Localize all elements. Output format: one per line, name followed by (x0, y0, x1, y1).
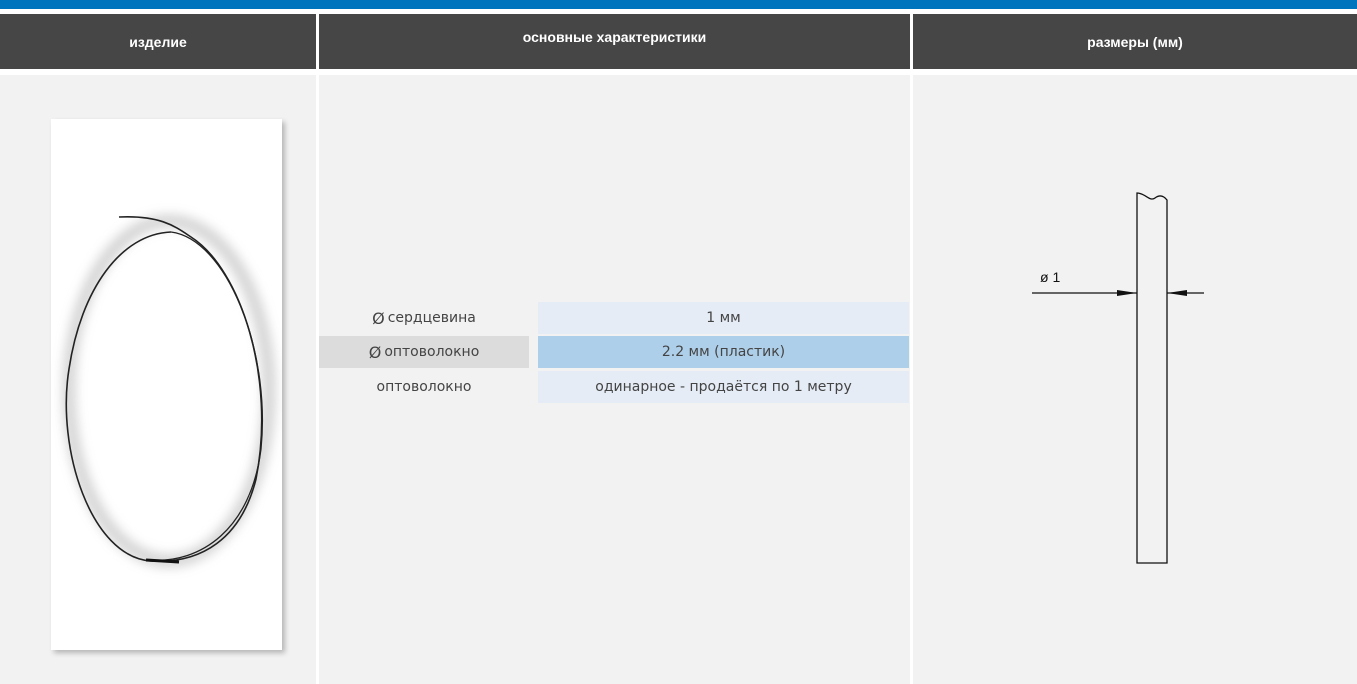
spec-value-fiber-diameter: 2.2 мм (пластик) (538, 336, 909, 368)
fiber-dimension-drawing: ø 1 (1032, 192, 1204, 564)
spec-label-fiber-type: оптоволокно (319, 371, 529, 403)
spec-label-fiber-diameter-text: оптоволокно (384, 344, 480, 360)
diameter-label: ø 1 (1040, 269, 1060, 285)
coiled-optical-fiber-photo (64, 216, 274, 566)
header-product-label: изделие (129, 33, 187, 50)
header-product: изделие (0, 14, 316, 69)
spec-label-core-text: сердцевина (387, 310, 476, 326)
spec-value-core: 1 мм (538, 302, 909, 334)
header-dimensions-label: размеры (мм) (1087, 33, 1183, 50)
header-specs: основные характеристики (319, 14, 910, 69)
accent-top-bar (0, 0, 1357, 9)
header-specs-label: основные характеристики (522, 29, 707, 45)
diameter-symbol: Ø (372, 308, 385, 328)
spec-value-fiber-type: одинарное - продаётся по 1 метру (538, 371, 909, 403)
diameter-symbol: Ø (368, 342, 382, 362)
header-dimensions: размеры (мм) (913, 14, 1357, 69)
spec-label-fiber-diameter: Ø оптоволокно (319, 336, 529, 368)
product-photo (51, 119, 282, 650)
spec-label-fiber-type-text: оптоволокно (376, 379, 472, 395)
spec-label-core: Ø сердцевина (319, 302, 529, 334)
